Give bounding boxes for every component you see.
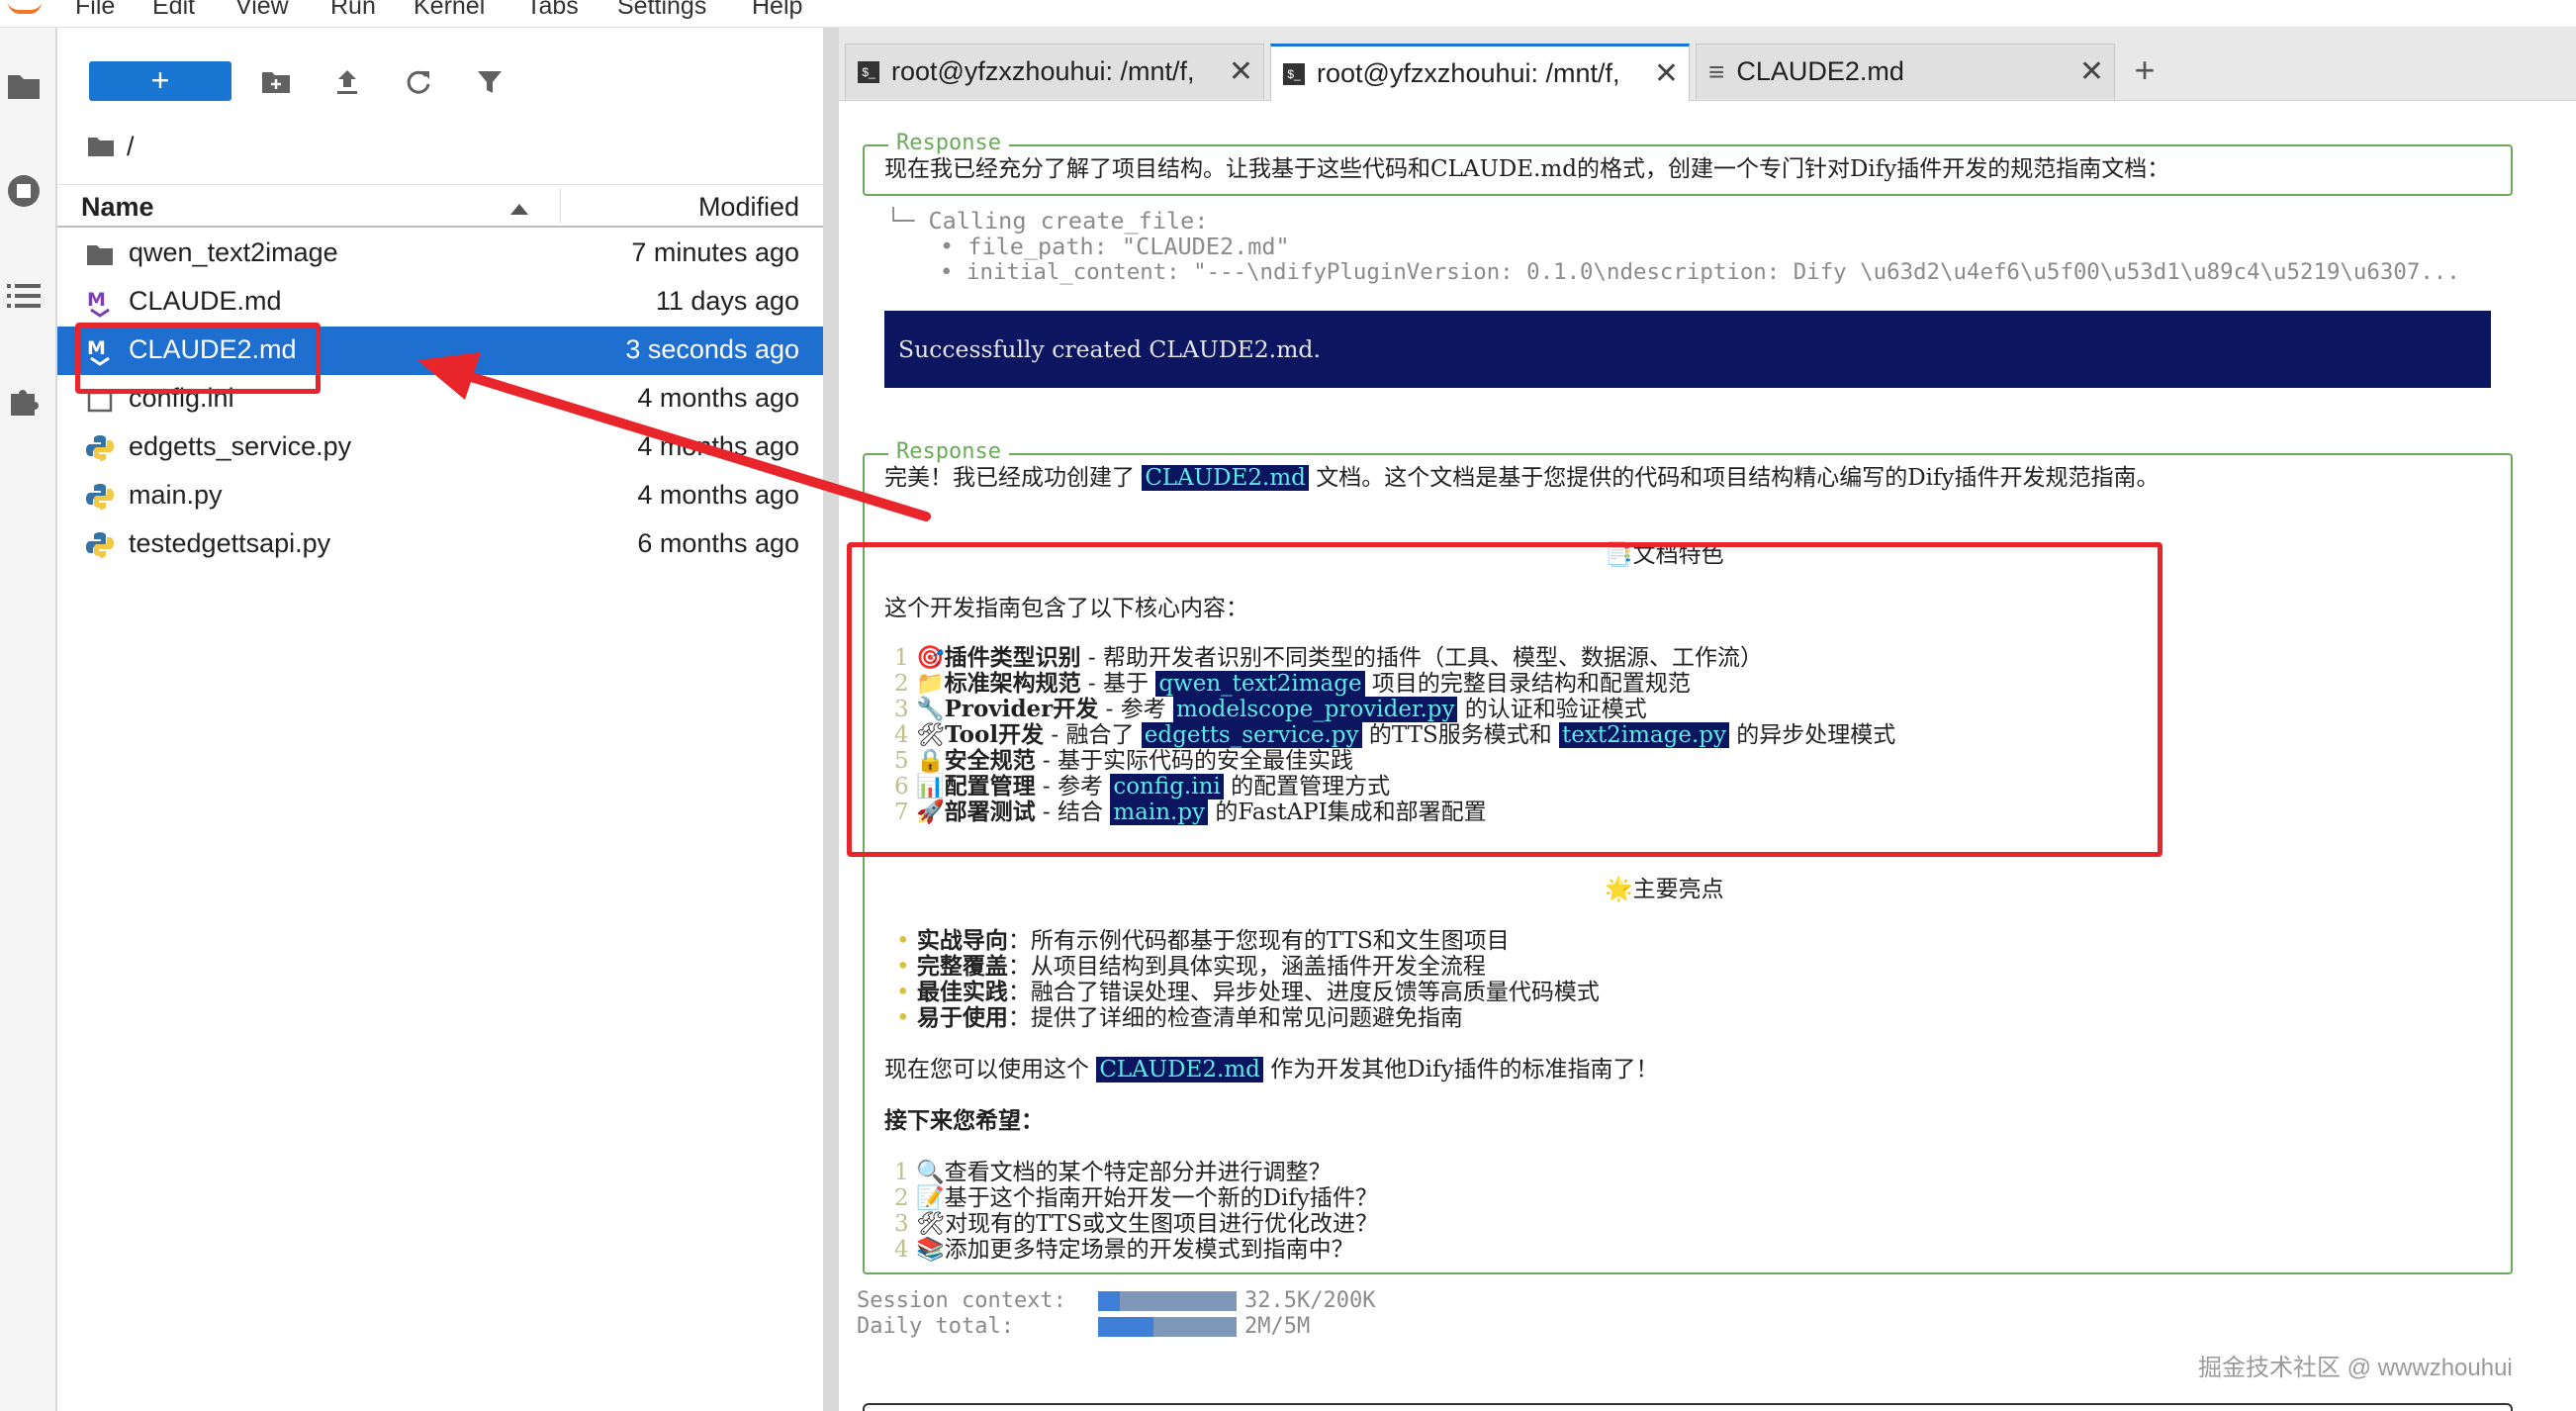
response-text: 现在我已经充分了解了项目结构。让我基于这些代码和CLAUDE.md的格式，创建一… [884,156,2170,182]
code-span: CLAUDE2.md [1142,465,1309,491]
highlight-item: • 易于使用：提供了详细的检查清单和常见问题避免指南 [896,1004,1463,1032]
new-launcher-button[interactable]: + [89,61,231,101]
file-row-claude-md[interactable]: M CLAUDE.md 11 days ago [57,278,823,327]
file-modified: 3 seconds ago [625,334,799,364]
running-icon[interactable] [5,172,43,210]
highlight-list: • 实战导向：所有示例代码都基于您现有的TTS和文生图项目 • 完整覆盖：从项目… [896,927,1600,1032]
file-modified: 11 days ago [655,286,799,316]
close-icon[interactable]: ✕ [1654,56,1679,91]
file-modified: 6 months ago [637,528,799,558]
daily-total-fill [1098,1317,1153,1337]
next-item: 3 🛠对现有的TTS或文生图项目进行优化改进？ [894,1211,1379,1237]
column-modified-header[interactable]: Modified [698,192,799,223]
tool-call-line: └─ Calling create_file: [886,207,1209,235]
extension-icon[interactable] [5,382,43,420]
column-divider [560,188,561,224]
daily-total-value: 2M/5M [1244,1314,1311,1339]
new-folder-icon[interactable] [259,65,293,99]
tool-call-path: • file_path: "CLAUDE2.md" [940,233,1290,260]
python-icon [86,484,114,510]
file-row-main-py[interactable]: main.py 4 months ago [57,472,823,520]
python-icon [86,435,114,461]
menu-settings[interactable]: Settings [617,0,706,20]
tab-label: root@yfzxzhouhui: /mnt/f, [1317,58,1620,88]
next-list: 1 🔍查看文档的某个特定部分并进行调整？ 2 📝基于这个指南开始开发一个新的Di… [894,1160,1378,1263]
next-item: 4 📚添加更多特定场景的开发模式到指南中？ [894,1237,1354,1263]
activity-bar [0,28,57,1411]
session-context-bar [1098,1291,1237,1311]
daily-total-bar [1098,1317,1237,1337]
highlight-item: • 实战导向：所有示例代码都基于您现有的TTS和文生图项目 [896,927,1510,955]
watermark: 掘金技术社区 @ wwwzhouhui [2198,1355,2513,1381]
file-row-edgetts-service[interactable]: edgetts_service.py 4 months ago [57,423,823,472]
terminal-icon: $_ [1283,62,1305,85]
response-label: Response [888,439,1009,464]
tab-claude2-md[interactable]: ≡ CLAUDE2.md ✕ [1696,44,2115,99]
session-context-value: 32.5K/200K [1244,1288,1376,1313]
toc-icon[interactable] [5,277,43,315]
file-name: CLAUDE.md [129,286,282,316]
next-title: 接下来您希望： [884,1107,1044,1134]
highlight-item: • 最佳实践：融合了错误处理、异步处理、进度反馈等高质量代码模式 [896,979,1600,1006]
menu-edit[interactable]: Edit [152,0,195,20]
highlight-section-title: 🌟主要亮点 [1605,877,1724,902]
menu-tabs[interactable]: Tabs [526,0,579,20]
close-icon[interactable]: ✕ [1229,54,1253,89]
tool-call-content: • initial_content: "---\ndifyPluginVersi… [940,259,2460,285]
file-row-testedgettsapi[interactable]: testedgettsapi.py 6 months ago [57,520,823,569]
breadcrumb[interactable]: / [87,129,135,164]
usage-line: 现在您可以使用这个 CLAUDE2.md 作为开发其他Dify插件的标准指南了！ [884,1057,1659,1082]
breadcrumb-root[interactable]: / [127,132,135,162]
daily-total-label: Daily total: [857,1314,1014,1339]
tab-label: root@yfzxzhouhui: /mnt/f, [891,56,1195,86]
file-modified: 4 months ago [637,431,799,461]
annotation-highlight-box [847,542,2162,857]
close-icon[interactable]: ✕ [2079,54,2104,89]
folder-icon[interactable] [5,67,43,105]
response-label: Response [888,131,1009,155]
menu-view[interactable]: View [235,0,289,20]
markdown-icon: M [87,289,110,318]
tab-terminal-2[interactable]: $_ root@yfzxzhouhui: /mnt/f, ✕ [1270,44,1690,101]
add-tab-icon[interactable]: + [2121,46,2168,97]
session-context-fill [1098,1291,1121,1311]
refresh-icon[interactable] [402,65,435,99]
code-span: CLAUDE2.md [1096,1057,1263,1082]
next-item: 2 📝基于这个指南开始开发一个新的Dify插件？ [894,1185,1378,1211]
terminal-icon: $_ [858,60,879,83]
file-name: main.py [129,480,223,510]
python-icon [86,532,114,558]
jupyter-logo-icon [8,2,42,14]
file-modified: 4 months ago [637,383,799,413]
success-text: Successfully created CLAUDE2.md. [898,335,1321,363]
file-name: testedgettsapi.py [129,528,331,558]
file-modified: 7 minutes ago [631,237,799,267]
next-item: 1 🔍查看文档的某个特定部分并进行调整？ [894,1160,1332,1185]
file-name: qwen_text2image [129,237,338,267]
breadcrumb-folder-icon [88,138,114,156]
document-icon: ≡ [1708,55,1725,87]
upload-icon[interactable] [330,65,364,99]
tab-terminal-1[interactable]: $_ root@yfzxzhouhui: /mnt/f, ✕ [845,44,1264,99]
menu-help[interactable]: Help [752,0,802,20]
folder-icon [87,245,113,265]
svg-text:M: M [87,289,106,311]
column-name-header[interactable]: Name [81,192,154,223]
filter-icon[interactable] [473,65,506,99]
file-row-qwen-text2image[interactable]: qwen_text2image 7 minutes ago [57,230,823,278]
session-context-label: Session context: [857,1288,1066,1313]
menubar: File Edit View Run Kernel Tabs Settings … [0,0,2576,28]
input-box-edge[interactable] [863,1403,2513,1411]
file-name: edgetts_service.py [129,431,352,461]
menu-run[interactable]: Run [330,0,376,20]
menu-file[interactable]: File [75,0,115,20]
tab-label: CLAUDE2.md [1736,56,1904,86]
panel-splitter[interactable] [823,28,839,1411]
annotation-highlight-box [75,323,321,394]
response-line: 完美！我已经成功创建了 CLAUDE2.md 文档。这个文档是基于您提供的代码和… [884,465,2160,491]
sort-ascending-icon [510,204,528,215]
highlight-item: • 完整覆盖：从项目结构到具体实现，涵盖插件开发全流程 [896,953,1486,981]
menu-kernel[interactable]: Kernel [414,0,485,20]
file-modified: 4 months ago [637,480,799,510]
